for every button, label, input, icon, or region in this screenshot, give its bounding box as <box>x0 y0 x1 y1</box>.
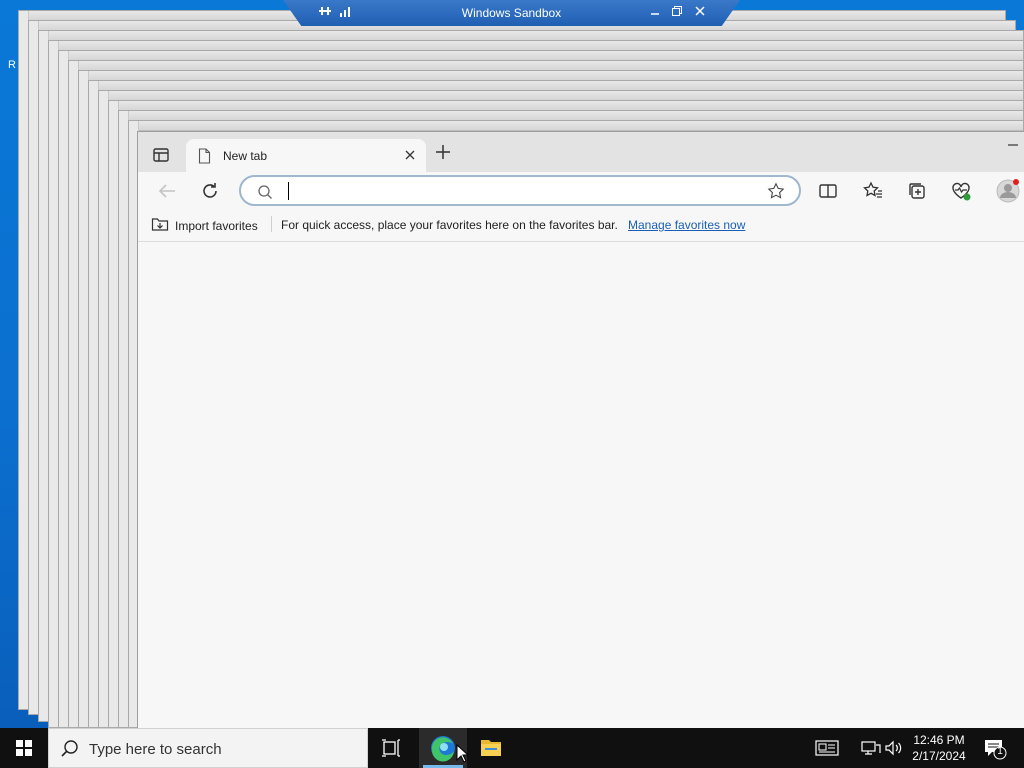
desktop-partial-label: R <box>8 59 16 71</box>
text-caret <box>288 182 289 200</box>
browser-toolbar <box>138 172 1024 210</box>
notification-icon[interactable]: 1 <box>983 736 1009 762</box>
minimize-icon[interactable] <box>649 4 661 21</box>
split-screen-icon[interactable] <box>817 180 839 202</box>
edge-window: New tab Import favorites For quick acces… <box>137 131 1024 728</box>
taskbar: Type here to search 12:46 PM 2/17/2024 1 <box>0 728 1024 768</box>
back-arrow-icon[interactable] <box>156 180 178 202</box>
plus-icon[interactable] <box>432 143 454 165</box>
favorites-bar: Import favorites For quick access, place… <box>138 210 1024 242</box>
search-icon <box>60 739 80 759</box>
sandbox-connection-bar: Windows Sandbox <box>283 0 740 26</box>
favorites-bar-message: For quick access, place your favorites h… <box>281 218 618 232</box>
import-icon <box>151 216 169 235</box>
tab-label: New tab <box>223 149 268 163</box>
file-explorer-icon[interactable] <box>467 728 515 768</box>
notification-count: 1 <box>997 746 1003 757</box>
restore-icon[interactable] <box>671 4 683 21</box>
address-bar[interactable] <box>239 175 801 206</box>
window-minimize-icon[interactable] <box>1006 138 1020 155</box>
clock-time: 12:46 PM <box>913 733 965 747</box>
volume-icon[interactable] <box>884 739 904 757</box>
task-view-icon[interactable] <box>368 728 416 768</box>
tab-strip: New tab <box>138 132 1024 172</box>
import-favorites-label: Import favorites <box>175 218 258 233</box>
close-icon[interactable] <box>403 147 417 163</box>
collections-icon[interactable] <box>906 180 928 202</box>
close-icon[interactable] <box>694 4 706 21</box>
clock-date: 2/17/2024 <box>912 749 966 763</box>
manage-favorites-link[interactable]: Manage favorites now <box>628 218 745 232</box>
search-placeholder: Type here to search <box>89 741 222 758</box>
divider <box>271 216 272 232</box>
taskbar-search-box[interactable]: Type here to search <box>48 728 368 768</box>
network-icon[interactable] <box>861 739 881 757</box>
favorites-icon[interactable] <box>862 180 884 202</box>
profile-icon[interactable] <box>995 178 1021 204</box>
browser-essentials-icon[interactable] <box>950 180 972 202</box>
page-content <box>138 243 1024 728</box>
import-favorites-button[interactable]: Import favorites <box>151 216 258 235</box>
news-icon[interactable] <box>815 739 839 757</box>
page-icon <box>198 148 211 164</box>
favorite-star-icon[interactable] <box>767 182 785 200</box>
mouse-pointer <box>456 743 470 763</box>
windows-start-icon[interactable] <box>0 728 48 768</box>
address-input[interactable] <box>285 181 745 201</box>
tab-actions-icon[interactable] <box>152 146 170 164</box>
tab-new-tab[interactable]: New tab <box>186 139 426 172</box>
search-icon <box>256 183 274 201</box>
system-clock[interactable]: 12:46 PM 2/17/2024 <box>906 732 972 764</box>
refresh-icon[interactable] <box>199 180 221 202</box>
